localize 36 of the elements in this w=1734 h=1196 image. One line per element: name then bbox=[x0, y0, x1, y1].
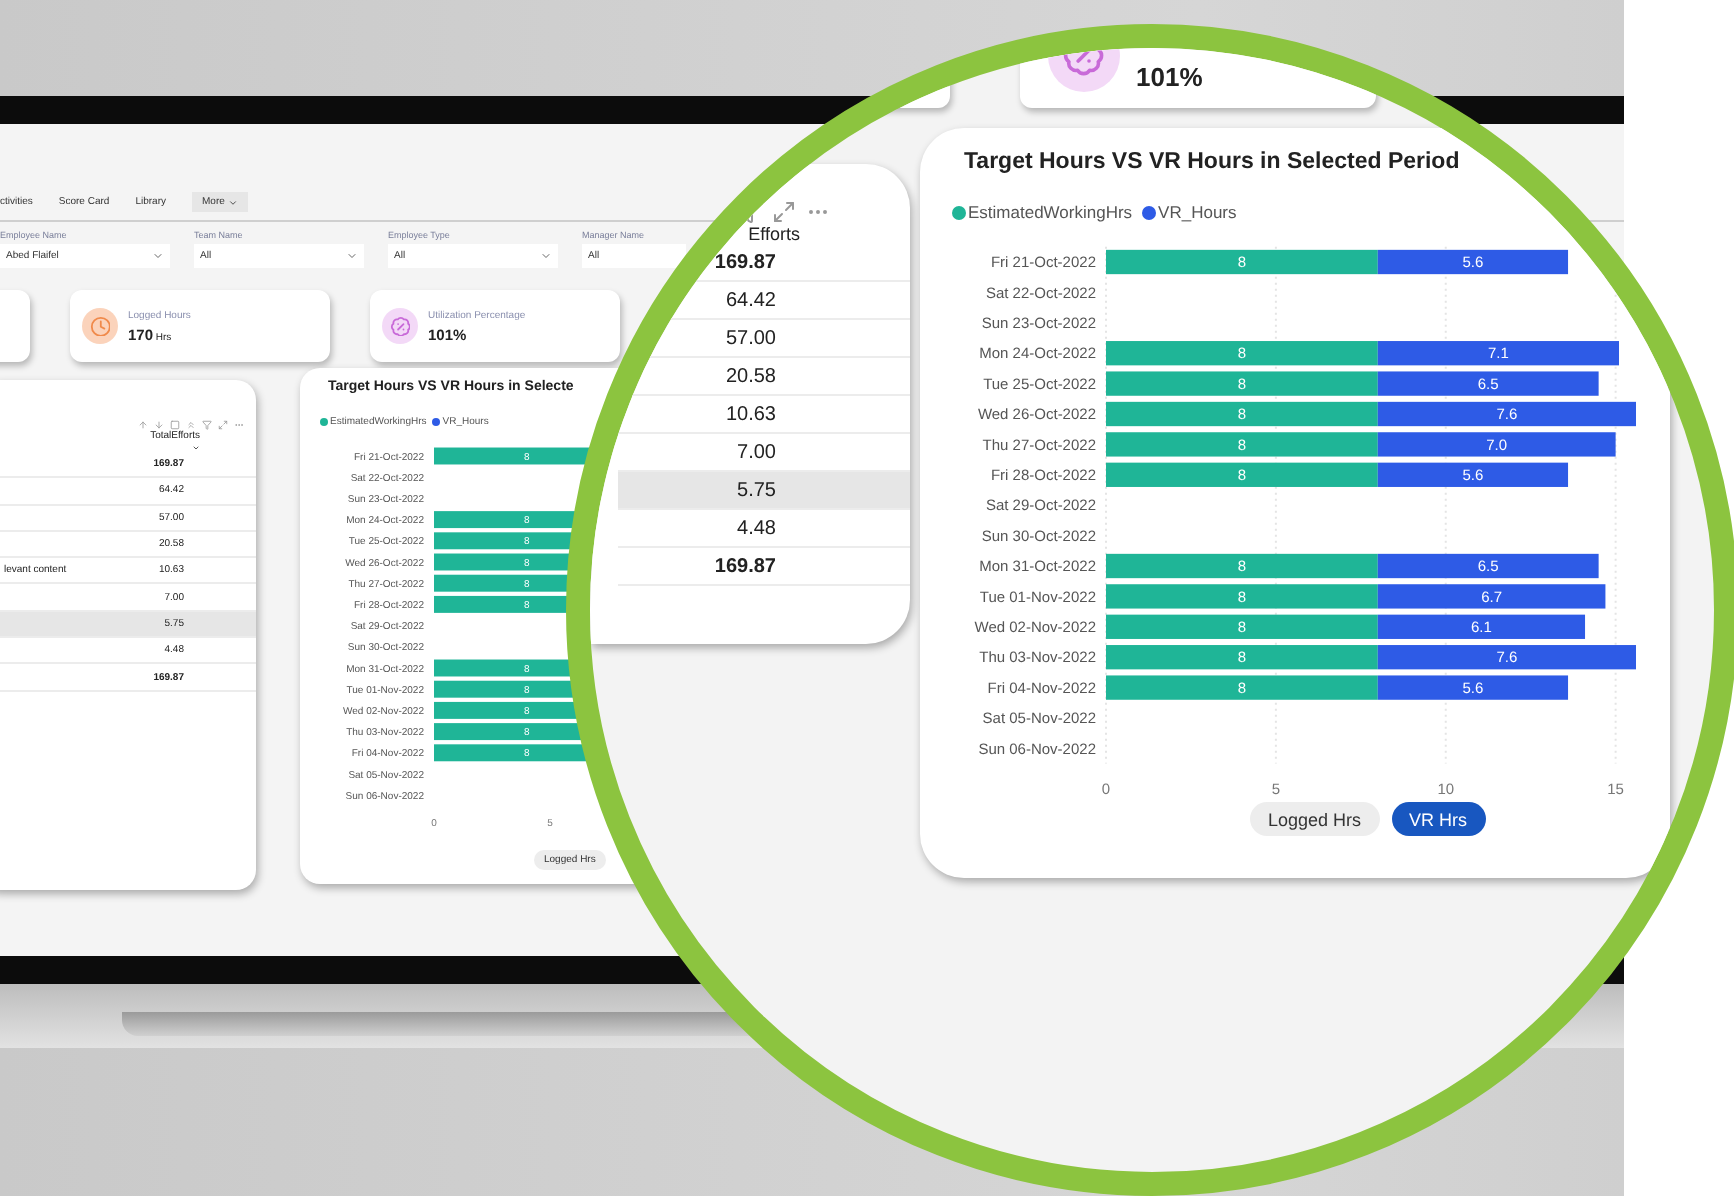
chevron-down-icon bbox=[346, 250, 358, 262]
table-cell: 169.87 bbox=[714, 555, 776, 577]
table-cell: 20.58 bbox=[725, 365, 776, 387]
table-cell: 10.63 bbox=[725, 403, 776, 425]
table-cell: 57.00 bbox=[725, 327, 776, 349]
table-row[interactable]: 169.87 bbox=[618, 548, 910, 586]
chevron-down-icon bbox=[540, 250, 552, 262]
chevron-down-icon bbox=[228, 197, 239, 207]
toggle-button[interactable]: VR Hrs bbox=[1391, 802, 1486, 837]
table-cell: 5.75 bbox=[737, 479, 776, 501]
table-row[interactable]: 20.58 bbox=[618, 358, 910, 396]
table-cell: 169.87 bbox=[714, 251, 776, 273]
toggle-button[interactable]: Logged Hrs bbox=[1250, 802, 1380, 837]
table-row[interactable]: 10.63 bbox=[618, 396, 910, 434]
table-cell: 64.42 bbox=[725, 289, 776, 311]
kpi-value: 101% bbox=[1136, 62, 1203, 92]
percent-badge-icon bbox=[382, 308, 418, 344]
chevrons-up-icon[interactable] bbox=[186, 420, 196, 430]
square-icon[interactable] bbox=[170, 420, 180, 430]
column-header[interactable]: Efforts bbox=[748, 224, 800, 244]
table-row[interactable]: 64.42 bbox=[618, 282, 910, 320]
clock-icon bbox=[82, 308, 118, 344]
legend-item: EstimatedWorkingHrs bbox=[952, 202, 1133, 222]
table-cell: 4.48 bbox=[737, 517, 776, 539]
table-row[interactable]: 4.48 bbox=[618, 510, 910, 548]
expand-icon[interactable] bbox=[218, 420, 228, 430]
arrow-down-icon[interactable] bbox=[154, 420, 164, 430]
chart-title: Target Hours VS VR Hours in Selected Period bbox=[964, 150, 1462, 174]
table-row[interactable]: 57.00 bbox=[618, 320, 910, 358]
chevron-down-icon bbox=[152, 250, 164, 262]
table-cell: 7.00 bbox=[737, 441, 776, 463]
table-row[interactable]: 169.87 bbox=[618, 244, 910, 282]
legend-item: VR_Hours bbox=[1142, 202, 1237, 222]
table-row[interactable]: 5.75 bbox=[618, 472, 910, 510]
arrow-up-icon[interactable] bbox=[138, 420, 148, 430]
expand-icon[interactable] bbox=[772, 200, 796, 224]
